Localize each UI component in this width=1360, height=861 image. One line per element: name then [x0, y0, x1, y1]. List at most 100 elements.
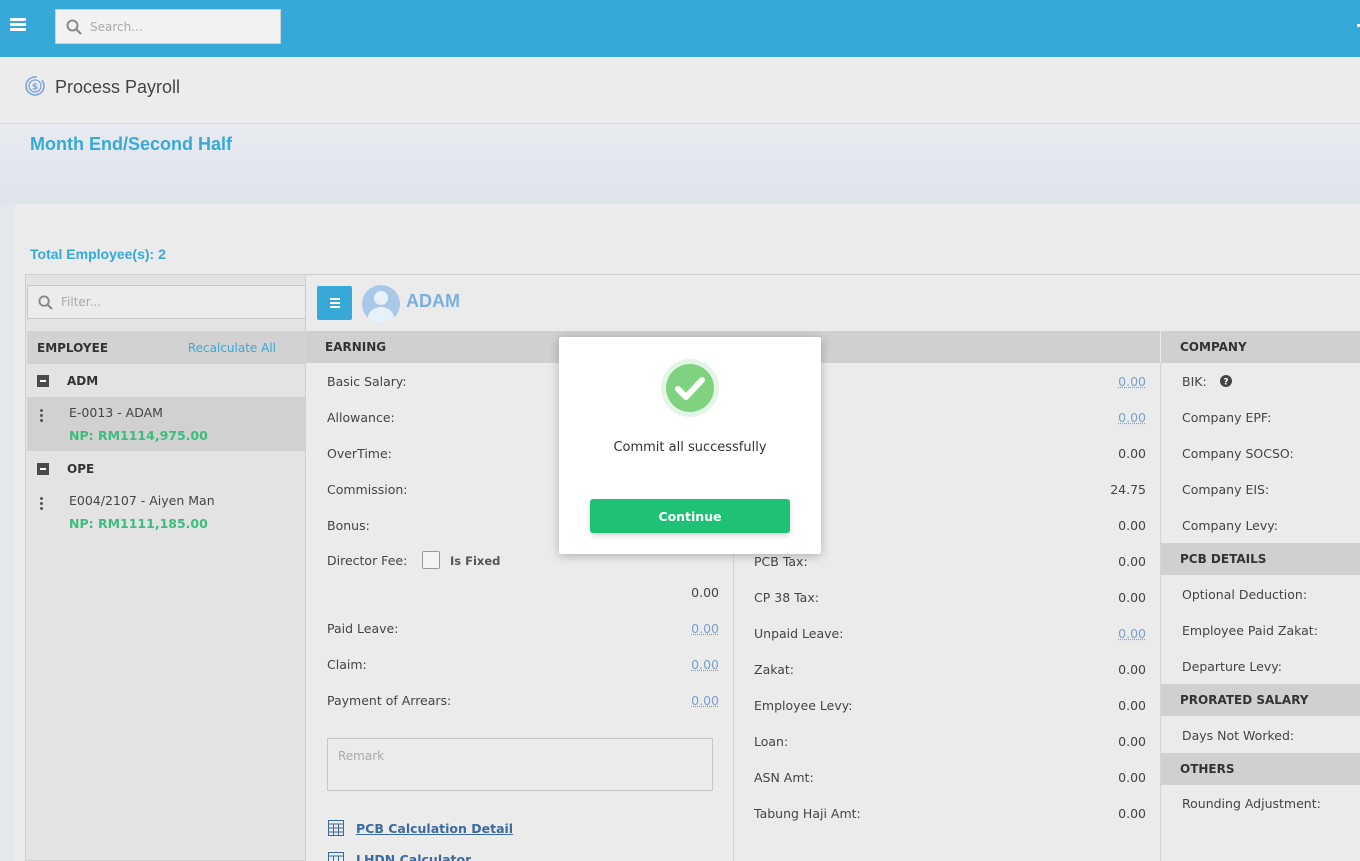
deduction-value-3: 0.00 [1118, 446, 1146, 461]
success-modal: Commit all successfully Continue [559, 337, 821, 554]
pcb-tax-label: PCB Tax: [754, 554, 808, 569]
deduction-value-1[interactable]: 0.00 [1046, 374, 1146, 389]
cp38-tax-label: CP 38 Tax: [754, 590, 819, 605]
group-ope: OPE [27, 452, 306, 485]
employee-name: E004/2107 - Aiyen Man [69, 493, 215, 508]
search-input[interactable] [90, 19, 270, 34]
is-fixed-label: Is Fixed [450, 554, 501, 568]
paid-leave-value[interactable]: 0.00 [606, 621, 719, 636]
deduction-value-5: 0.00 [1118, 518, 1146, 533]
recalculate-all-link[interactable]: Recalculate All [188, 341, 276, 355]
collapse-icon[interactable] [37, 374, 49, 387]
svg-text:$: $ [32, 83, 38, 93]
days-not-worked-label: Days Not Worked: [1182, 728, 1295, 743]
search-icon [38, 294, 53, 310]
avatar [362, 285, 400, 323]
page-header: $ Process Payroll [0, 57, 1360, 124]
is-fixed-checkbox[interactable] [422, 551, 440, 569]
global-search[interactable] [55, 9, 281, 44]
paid-leave-label: Paid Leave: [327, 621, 399, 636]
tabung-haji-value: 0.00 [1118, 806, 1146, 821]
lhdn-text: LHDN Calculator [356, 852, 472, 861]
search-icon [66, 19, 82, 35]
overtime-label: OverTime: [327, 446, 392, 461]
group-adm: ADM [27, 364, 306, 397]
help-icon[interactable]: ? [1220, 375, 1232, 387]
loan-value: 0.00 [1118, 734, 1146, 749]
company-levy-label: Company Levy: [1182, 518, 1278, 533]
employee-panel: EMPLOYEE Recalculate All ADM E-0013 - AD… [25, 274, 306, 861]
pcb-details-header: PCB DETAILS [1161, 543, 1360, 575]
pcb-calculation-detail-link[interactable]: PCB Calculation Detail [328, 820, 513, 836]
pcb-detail-text: PCB Calculation Detail [356, 820, 514, 836]
modal-message: Commit all successfully [613, 440, 767, 455]
employee-row-aiyen[interactable]: E004/2107 - Aiyen Man NP: RM1111,185.00 [27, 485, 306, 539]
tabung-haji-label: Tabung Haji Amt: [754, 806, 861, 821]
unpaid-leave-value[interactable]: 0.00 [1046, 626, 1146, 641]
basic-salary-label: Basic Salary: [327, 374, 407, 389]
top-bar [0, 0, 1360, 57]
lhdn-calculator-link[interactable]: LHDN Calculator [328, 852, 471, 861]
director-fee-label: Director Fee: [327, 553, 408, 568]
claim-value[interactable]: 0.00 [606, 657, 719, 672]
deduction-value-2[interactable]: 0.00 [1046, 410, 1146, 425]
employee-header-label: EMPLOYEE [37, 340, 109, 355]
loan-label: Loan: [754, 734, 789, 749]
payroll-cycle-icon: $ [25, 76, 45, 96]
group-name: ADM [67, 373, 99, 388]
others-header: OTHERS [1161, 753, 1360, 785]
period-band: Month End/Second Half [0, 124, 1360, 204]
bik-label: BIK: [1182, 374, 1207, 389]
calculator-icon [328, 852, 344, 861]
arrears-value[interactable]: 0.00 [606, 693, 719, 708]
detail-menu-button[interactable] [317, 286, 352, 320]
kebab-menu-icon[interactable] [40, 409, 43, 423]
remark-input[interactable] [327, 738, 713, 791]
arrears-label: Payment of Arrears: [327, 693, 452, 708]
deduction-value-4: 24.75 [1110, 482, 1146, 497]
svg-text:?: ? [1223, 378, 1228, 388]
commission-label: Commission: [327, 482, 408, 497]
company-eis-label: Company EIS: [1182, 482, 1270, 497]
director-fee-value: 0.00 [691, 585, 719, 600]
employee-net-pay: NP: RM1111,185.00 [69, 516, 208, 531]
company-header: COMPANY [1161, 331, 1360, 363]
employee-name: E-0013 - ADAM [69, 405, 163, 420]
asn-amt-value: 0.00 [1118, 770, 1146, 785]
column-divider [1160, 363, 1161, 861]
check-circle-icon [661, 359, 719, 417]
employee-paid-zakat-label: Employee Paid Zakat: [1182, 623, 1318, 638]
claim-label: Claim: [327, 657, 367, 672]
allowance-label: Allowance: [327, 410, 395, 425]
company-epf-label: Company EPF: [1182, 410, 1272, 425]
employee-levy-value: 0.00 [1118, 698, 1146, 713]
employee-payroll-detail: ADAM EARNING N COMPANY Basic Salary: All… [306, 274, 1360, 861]
unpaid-leave-label: Unpaid Leave: [754, 626, 844, 641]
prorated-salary-header: PRORATED SALARY [1161, 684, 1360, 716]
total-employees: Total Employee(s): 2 [30, 246, 166, 262]
calculator-icon [328, 820, 344, 836]
filter-input[interactable] [61, 295, 291, 309]
pcb-tax-value: 0.00 [1118, 554, 1146, 569]
asn-amt-label: ASN Amt: [754, 770, 814, 785]
bonus-label: Bonus: [327, 518, 370, 533]
departure-levy-label: Departure Levy: [1182, 659, 1282, 674]
page-title: Process Payroll [55, 77, 181, 97]
hamburger-menu-icon[interactable] [10, 18, 26, 32]
selected-employee-name: ADAM [406, 291, 460, 311]
period-title: Month End/Second Half [30, 134, 232, 154]
rounding-adjustment-label: Rounding Adjustment: [1182, 796, 1321, 811]
zakat-label: Zakat: [754, 662, 795, 677]
employee-list-header: EMPLOYEE Recalculate All [27, 331, 306, 364]
kebab-menu-icon[interactable] [40, 497, 43, 511]
continue-button[interactable]: Continue [590, 499, 790, 533]
employee-levy-label: Employee Levy: [754, 698, 853, 713]
collapse-icon[interactable] [37, 462, 49, 475]
employee-net-pay: NP: RM1114,975.00 [69, 428, 208, 443]
employee-row-adam[interactable]: E-0013 - ADAM NP: RM1114,975.00 [27, 397, 306, 451]
company-socso-label: Company SOCSO: [1182, 446, 1294, 461]
group-name: OPE [67, 461, 95, 476]
optional-deduction-label: Optional Deduction: [1182, 587, 1308, 602]
zakat-value: 0.00 [1118, 662, 1146, 677]
employee-filter[interactable] [27, 285, 306, 319]
